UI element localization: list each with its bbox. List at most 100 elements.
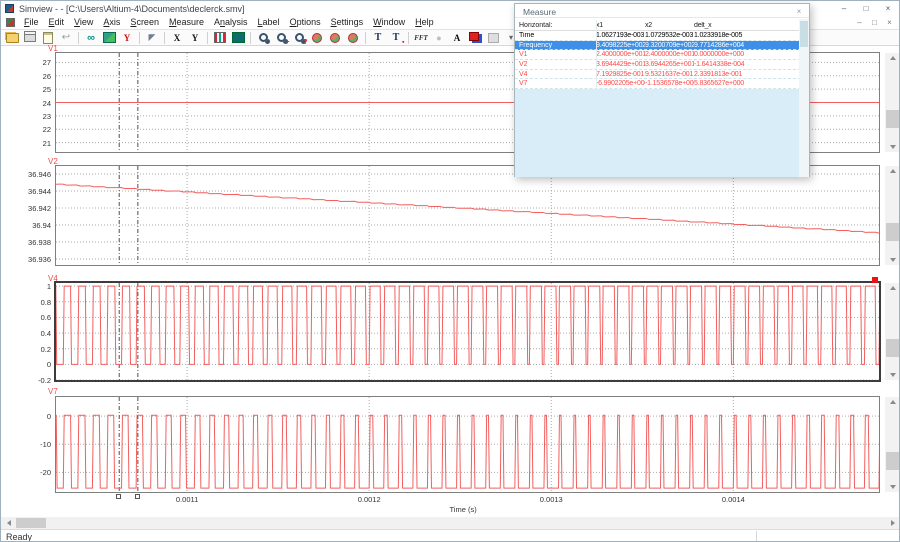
menu-options[interactable]: Options xyxy=(285,16,326,29)
panel-vertical-scrollbar-v7[interactable] xyxy=(885,397,900,492)
menu-help[interactable]: Help xyxy=(410,16,439,29)
close-button[interactable]: × xyxy=(877,1,899,16)
menu-label[interactable]: Label xyxy=(253,16,285,29)
measure-row-frequency[interactable]: Frequency9.4098225e+0029.3200709e+0029.7… xyxy=(515,41,801,51)
measure-row-v7[interactable]: V7-6.9902205e+000-1.1536578e+0005.836562… xyxy=(515,79,801,89)
mdi-close-button[interactable]: × xyxy=(882,16,897,29)
toolbar-separator xyxy=(207,32,208,44)
menu-edit[interactable]: Edit xyxy=(44,16,70,29)
document-icon[interactable] xyxy=(6,18,15,27)
scroll-down-icon[interactable] xyxy=(885,142,900,152)
copy-clipboard-button[interactable] xyxy=(40,30,57,45)
marker-button-1[interactable] xyxy=(309,30,326,45)
y-axis-red-button[interactable]: Y xyxy=(119,30,136,45)
measure-cursor-handle-2[interactable] xyxy=(135,494,140,499)
add-text-button[interactable]: A xyxy=(449,30,466,45)
menu-view[interactable]: View xyxy=(69,16,98,29)
zoom-query-button[interactable]: ? xyxy=(291,30,308,45)
measure-dialog-title: Measure xyxy=(523,7,556,17)
fft-button[interactable]: FFT xyxy=(413,30,430,45)
scroll-down-icon[interactable] xyxy=(885,370,900,380)
measure-cell: V2 xyxy=(515,61,596,68)
zoom-button[interactable] xyxy=(255,30,272,45)
plot-canvas-v2[interactable] xyxy=(56,166,879,265)
horizontal-scrollbar[interactable] xyxy=(1,517,900,529)
measure-cursor-2-button[interactable]: ▪ xyxy=(388,30,405,45)
measure-table-header: Horizontal:x1x2delt_x xyxy=(515,20,801,31)
panel-vertical-scrollbar-v1[interactable] xyxy=(885,53,900,152)
y-axis-button[interactable]: Y xyxy=(187,30,204,45)
marker-button-3[interactable] xyxy=(345,30,362,45)
measure-cursor-handle-1[interactable] xyxy=(116,494,121,499)
measure-cell: 9.3200709e+002 xyxy=(645,42,694,49)
open-button[interactable] xyxy=(4,30,21,45)
x-tick-label: 0.0013 xyxy=(531,495,571,504)
y-tick-label: -0.2 xyxy=(21,376,51,385)
scroll-down-icon[interactable] xyxy=(885,482,900,492)
disabled-circle-button[interactable] xyxy=(431,30,448,45)
scroll-up-icon[interactable] xyxy=(885,397,900,407)
panel-vertical-scrollbar-v4[interactable] xyxy=(885,283,900,380)
measure-cell: -6.9902205e+000 xyxy=(596,80,645,87)
menu-settings[interactable]: Settings xyxy=(326,16,369,29)
plot-canvas-v7[interactable] xyxy=(56,397,879,492)
scroll-right-icon[interactable] xyxy=(886,517,899,529)
undo-button[interactable] xyxy=(58,30,75,45)
menu-file[interactable]: File xyxy=(19,16,44,29)
measure-dialog[interactable]: Measure × Horizontal:x1x2delt_xTime1.062… xyxy=(514,3,810,177)
scroll-down-icon[interactable] xyxy=(885,255,900,265)
measure-column-header: x2 xyxy=(645,22,694,29)
screen-image-button[interactable] xyxy=(101,30,118,45)
scrollbar-thumb[interactable] xyxy=(886,110,899,128)
scroll-left-icon[interactable] xyxy=(2,517,15,529)
measure-row-v4[interactable]: V47.1929825e-0019.5321637e-0012.3391813e… xyxy=(515,70,801,80)
pointer-button[interactable] xyxy=(144,30,161,45)
view-simulation-button[interactable] xyxy=(83,30,100,45)
plot-canvas-v4[interactable] xyxy=(56,283,879,380)
measure-dialog-scrollbar[interactable] xyxy=(799,19,809,177)
mdi-minimize-button[interactable]: – xyxy=(852,16,867,29)
scroll-up-icon[interactable] xyxy=(885,283,900,293)
measure-row-v1[interactable]: V12.4000000e+0012.4000000e+0010.0000000e… xyxy=(515,50,801,60)
measure-row-v2[interactable]: V23.6944429e+0013.6944265e+001-1.6414338… xyxy=(515,60,801,70)
add-curve-button[interactable] xyxy=(212,30,229,45)
disabled-gray-button[interactable] xyxy=(485,30,502,45)
scroll-up-icon[interactable] xyxy=(885,53,900,63)
measure-cursor-button[interactable] xyxy=(370,30,387,45)
y-tick-label: 25 xyxy=(21,85,51,94)
plot-panel-v4[interactable] xyxy=(54,281,881,382)
print-button[interactable] xyxy=(22,30,39,45)
panel-vertical-scrollbar-v2[interactable] xyxy=(885,166,900,265)
measure-cell: -1.6414338e-004 xyxy=(694,61,801,68)
minimize-button[interactable]: – xyxy=(833,1,855,16)
x-axis-button[interactable]: X xyxy=(169,30,186,45)
plot-label-v7: V7 xyxy=(48,387,58,396)
overlay-curves-button[interactable] xyxy=(467,30,484,45)
menu-measure[interactable]: Measure xyxy=(164,16,209,29)
measure-row-time[interactable]: Time1.0627193e-0031.0729532e-0031.023391… xyxy=(515,31,801,41)
scroll-up-icon[interactable] xyxy=(885,166,900,176)
menu-analysis[interactable]: Analysis xyxy=(209,16,253,29)
menu-axis[interactable]: Axis xyxy=(98,16,125,29)
measure-cell: V1 xyxy=(515,51,596,58)
screen-button[interactable] xyxy=(230,30,247,45)
measure-dialog-close-icon[interactable]: × xyxy=(793,6,805,17)
scrollbar-thumb[interactable] xyxy=(886,223,899,241)
menu-window[interactable]: Window xyxy=(368,16,410,29)
menu-screen[interactable]: Screen xyxy=(125,16,164,29)
plot-panel-v2[interactable] xyxy=(55,165,880,266)
scrollbar-thumb[interactable] xyxy=(800,21,808,47)
maximize-button[interactable]: □ xyxy=(855,1,877,16)
measure-dialog-titlebar[interactable]: Measure × xyxy=(515,4,809,18)
measure-cell: 9.7714286e+004 xyxy=(694,42,801,49)
plot-panel-v7[interactable] xyxy=(55,396,880,493)
y-tick-label: 36.944 xyxy=(21,187,51,196)
scrollbar-thumb[interactable] xyxy=(886,452,899,470)
scrollbar-thumb[interactable] xyxy=(886,339,899,357)
zoom-in-button[interactable]: + xyxy=(273,30,290,45)
horizontal-scrollbar-thumb[interactable] xyxy=(16,518,46,528)
mdi-restore-button[interactable]: □ xyxy=(867,16,882,29)
measure-cell: 1.0233918e-005 xyxy=(694,32,801,39)
marker-button-2[interactable] xyxy=(327,30,344,45)
x-tick-label: 0.0011 xyxy=(167,495,207,504)
